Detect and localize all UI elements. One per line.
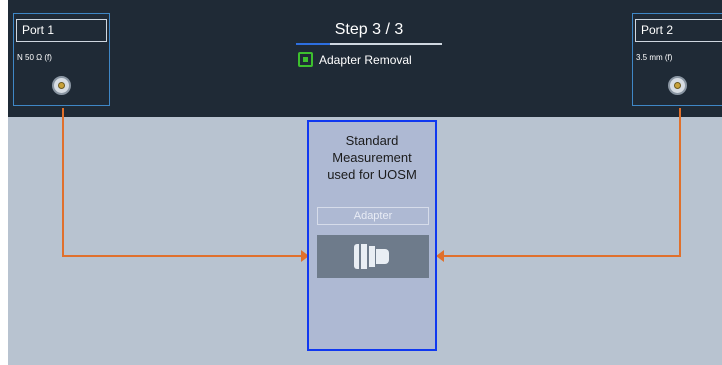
standard-measurement-box[interactable]: Standard Measurement used for UOSM Adapt… — [307, 120, 437, 351]
port-2-panel[interactable]: Port 2 3.5 mm (f) — [632, 13, 722, 106]
port-2-connector-type: 3.5 mm (f) — [636, 53, 673, 62]
port-2-connector-icon — [668, 76, 687, 95]
standard-title-line-1: Standard — [345, 133, 399, 148]
calibration-wizard: Port 1 N 50 Ω (f) Step 3 / 3 Adapter Rem… — [8, 0, 722, 365]
adapter-icon — [298, 52, 313, 67]
step-progress-fill — [296, 43, 330, 45]
port-1-connector-type: N 50 Ω (f) — [17, 53, 52, 62]
port-1-connector-icon — [52, 76, 71, 95]
step-title: Step 3 / 3 — [334, 21, 404, 38]
standard-title: Standard Measurement used for UOSM — [309, 132, 435, 183]
adapter-label: Adapter — [317, 207, 429, 225]
standard-title-line-2: Measurement — [332, 150, 412, 165]
standard-title-line-3: used for UOSM — [327, 167, 417, 182]
port-1-name: Port 1 — [16, 19, 107, 42]
connector-pin — [674, 82, 681, 89]
header-bar: Port 1 N 50 Ω (f) Step 3 / 3 Adapter Rem… — [8, 0, 722, 117]
connector-pin — [58, 82, 65, 89]
adapter-visual — [317, 235, 429, 278]
step-subtitle-label: Adapter Removal — [319, 53, 412, 67]
port-2-name: Port 2 — [635, 19, 722, 42]
step-progress-bar — [296, 43, 442, 45]
port-1-panel[interactable]: Port 1 N 50 Ω (f) — [13, 13, 110, 106]
